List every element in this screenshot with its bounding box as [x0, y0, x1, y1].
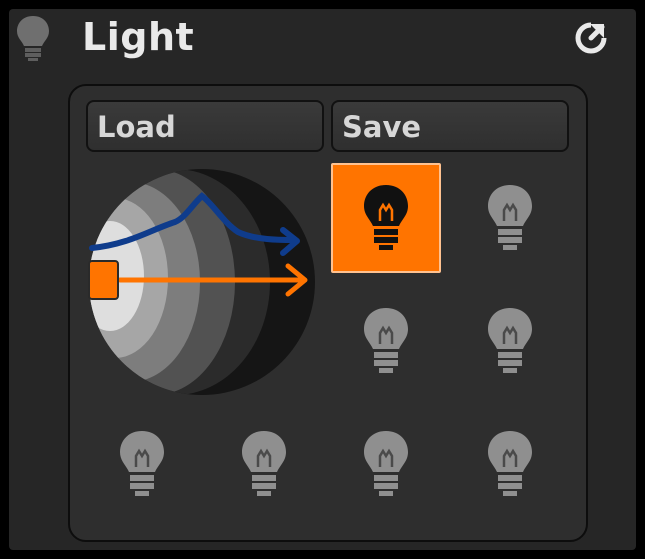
light-slot-7[interactable] — [331, 409, 441, 519]
lightbulb-icon — [120, 431, 164, 496]
lightbulb-icon — [17, 16, 49, 61]
light-slot-5[interactable] — [87, 409, 197, 519]
light-slot-1[interactable] — [331, 163, 441, 273]
light-direction-sphere[interactable] — [80, 160, 325, 405]
lightbulb-icon — [364, 431, 408, 496]
light-slot-4[interactable] — [455, 286, 565, 396]
light-position-handle[interactable] — [88, 260, 119, 300]
load-button[interactable]: Load — [86, 100, 324, 152]
lightbulb-icon — [242, 431, 286, 496]
light-slot-8[interactable] — [455, 409, 565, 519]
lightbulb-icon — [488, 431, 532, 496]
save-button[interactable]: Save — [331, 100, 569, 152]
light-slot-2[interactable] — [455, 163, 565, 273]
light-slot-3[interactable] — [331, 286, 441, 396]
lightbulb-icon — [364, 308, 408, 373]
reset-icon[interactable] — [571, 18, 611, 58]
lightbulb-icon — [488, 308, 532, 373]
lightbulb-icon — [488, 185, 532, 250]
light-slot-6[interactable] — [209, 409, 319, 519]
lightbulb-icon — [364, 185, 408, 250]
panel-title: Light — [82, 15, 195, 59]
